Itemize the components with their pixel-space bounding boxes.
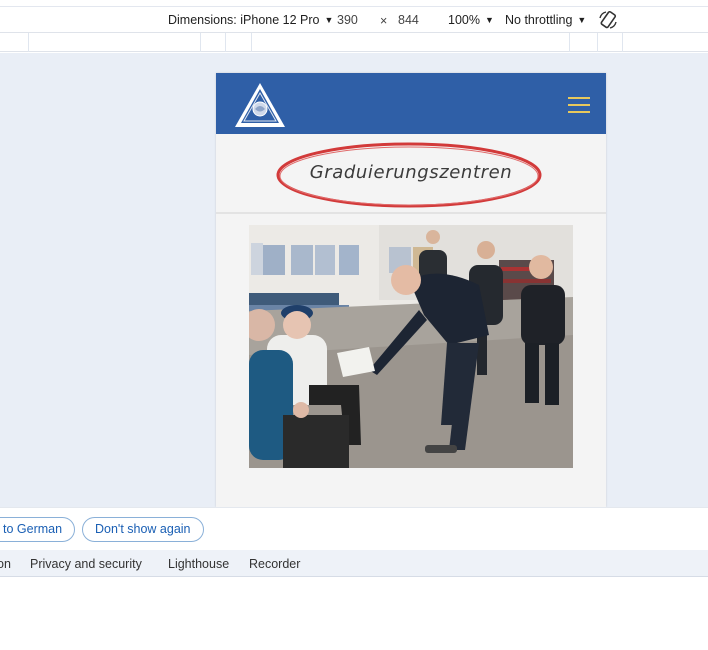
triangle-logo-icon[interactable]	[232, 80, 288, 130]
times-sign: ×	[380, 14, 388, 28]
ruler-tick	[28, 33, 29, 52]
site-header	[216, 73, 606, 134]
throttling-label: No throttling	[505, 13, 573, 27]
device-viewport: Graduierungszentren	[0, 53, 708, 507]
caret-down-icon: ▼	[324, 15, 334, 25]
ruler-tick	[251, 33, 252, 52]
dont-show-again-button[interactable]: Don't show again	[82, 517, 204, 542]
zoom-label: 100%	[448, 13, 480, 27]
translate-infobar: to German Don't show again	[0, 507, 708, 550]
media-query-ruler	[0, 33, 708, 52]
ruler-tick	[597, 33, 598, 52]
caret-down-icon: ▼	[577, 15, 587, 25]
height-input[interactable]: 844	[398, 13, 419, 27]
graduation-photo	[249, 225, 573, 468]
rotate-icon[interactable]	[597, 9, 619, 31]
devtools-panel	[0, 577, 708, 650]
ruler-tick	[200, 33, 201, 52]
throttling-dropdown[interactable]: No throttling ▼	[505, 13, 586, 27]
translate-button[interactable]: to German	[0, 517, 76, 542]
device-toolbar: Dimensions: iPhone 12 Pro ▼ 390 × 844 100…	[0, 6, 708, 33]
title-band: Graduierungszentren	[216, 134, 606, 214]
tab-recorder[interactable]: Recorder	[249, 557, 300, 571]
dimensions-dropdown[interactable]: Dimensions: iPhone 12 Pro ▼	[168, 13, 333, 27]
dimensions-label: Dimensions: iPhone 12 Pro	[168, 13, 320, 27]
tab-privacy-and-security[interactable]: Privacy and security	[30, 557, 142, 571]
page-title: Graduierungszentren	[309, 162, 513, 183]
ruler-tick	[569, 33, 570, 52]
ruler-tick	[225, 33, 226, 52]
tab-lighthouse[interactable]: Lighthouse	[168, 557, 229, 571]
width-input[interactable]: 390	[337, 13, 358, 27]
emulated-page: Graduierungszentren	[216, 73, 606, 507]
tab-truncated[interactable]: on	[0, 557, 11, 571]
devtools-tab-bar: on Privacy and security Lighthouse Recor…	[0, 550, 708, 577]
hamburger-icon[interactable]	[568, 97, 590, 113]
zoom-dropdown[interactable]: 100% ▼	[448, 13, 494, 27]
caret-down-icon: ▼	[484, 15, 494, 25]
ruler-tick	[622, 33, 623, 52]
